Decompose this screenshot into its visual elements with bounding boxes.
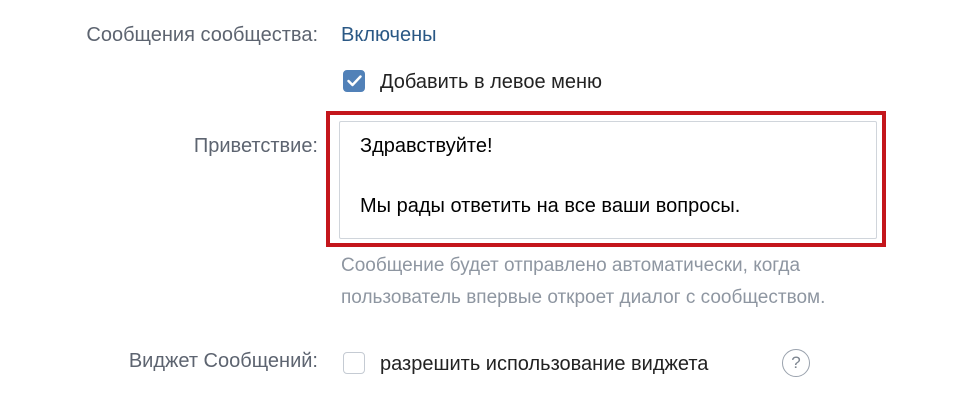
allow-widget-label[interactable]: разрешить использование виджета [380,353,708,376]
help-icon[interactable]: ? [782,349,810,377]
add-to-left-menu-label[interactable]: Добавить в левое меню [380,71,602,94]
checkmark-icon [347,75,362,87]
greeting-label: Приветствие: [193,135,318,157]
allow-widget-checkbox[interactable] [343,352,365,374]
messages-status-link[interactable]: Включены [341,24,437,47]
greeting-hint-line-2: пользователь впервые откроет диалог с со… [341,287,826,308]
widget-setting-label: Виджет Сообщений: [128,350,318,372]
add-to-left-menu-checkbox[interactable] [343,70,365,92]
messages-setting-label: Сообщения сообщества: [86,24,318,46]
greeting-hint-line-1: Сообщение будет отправлено автоматически… [341,255,801,276]
highlight-annotation-frame [326,111,886,247]
